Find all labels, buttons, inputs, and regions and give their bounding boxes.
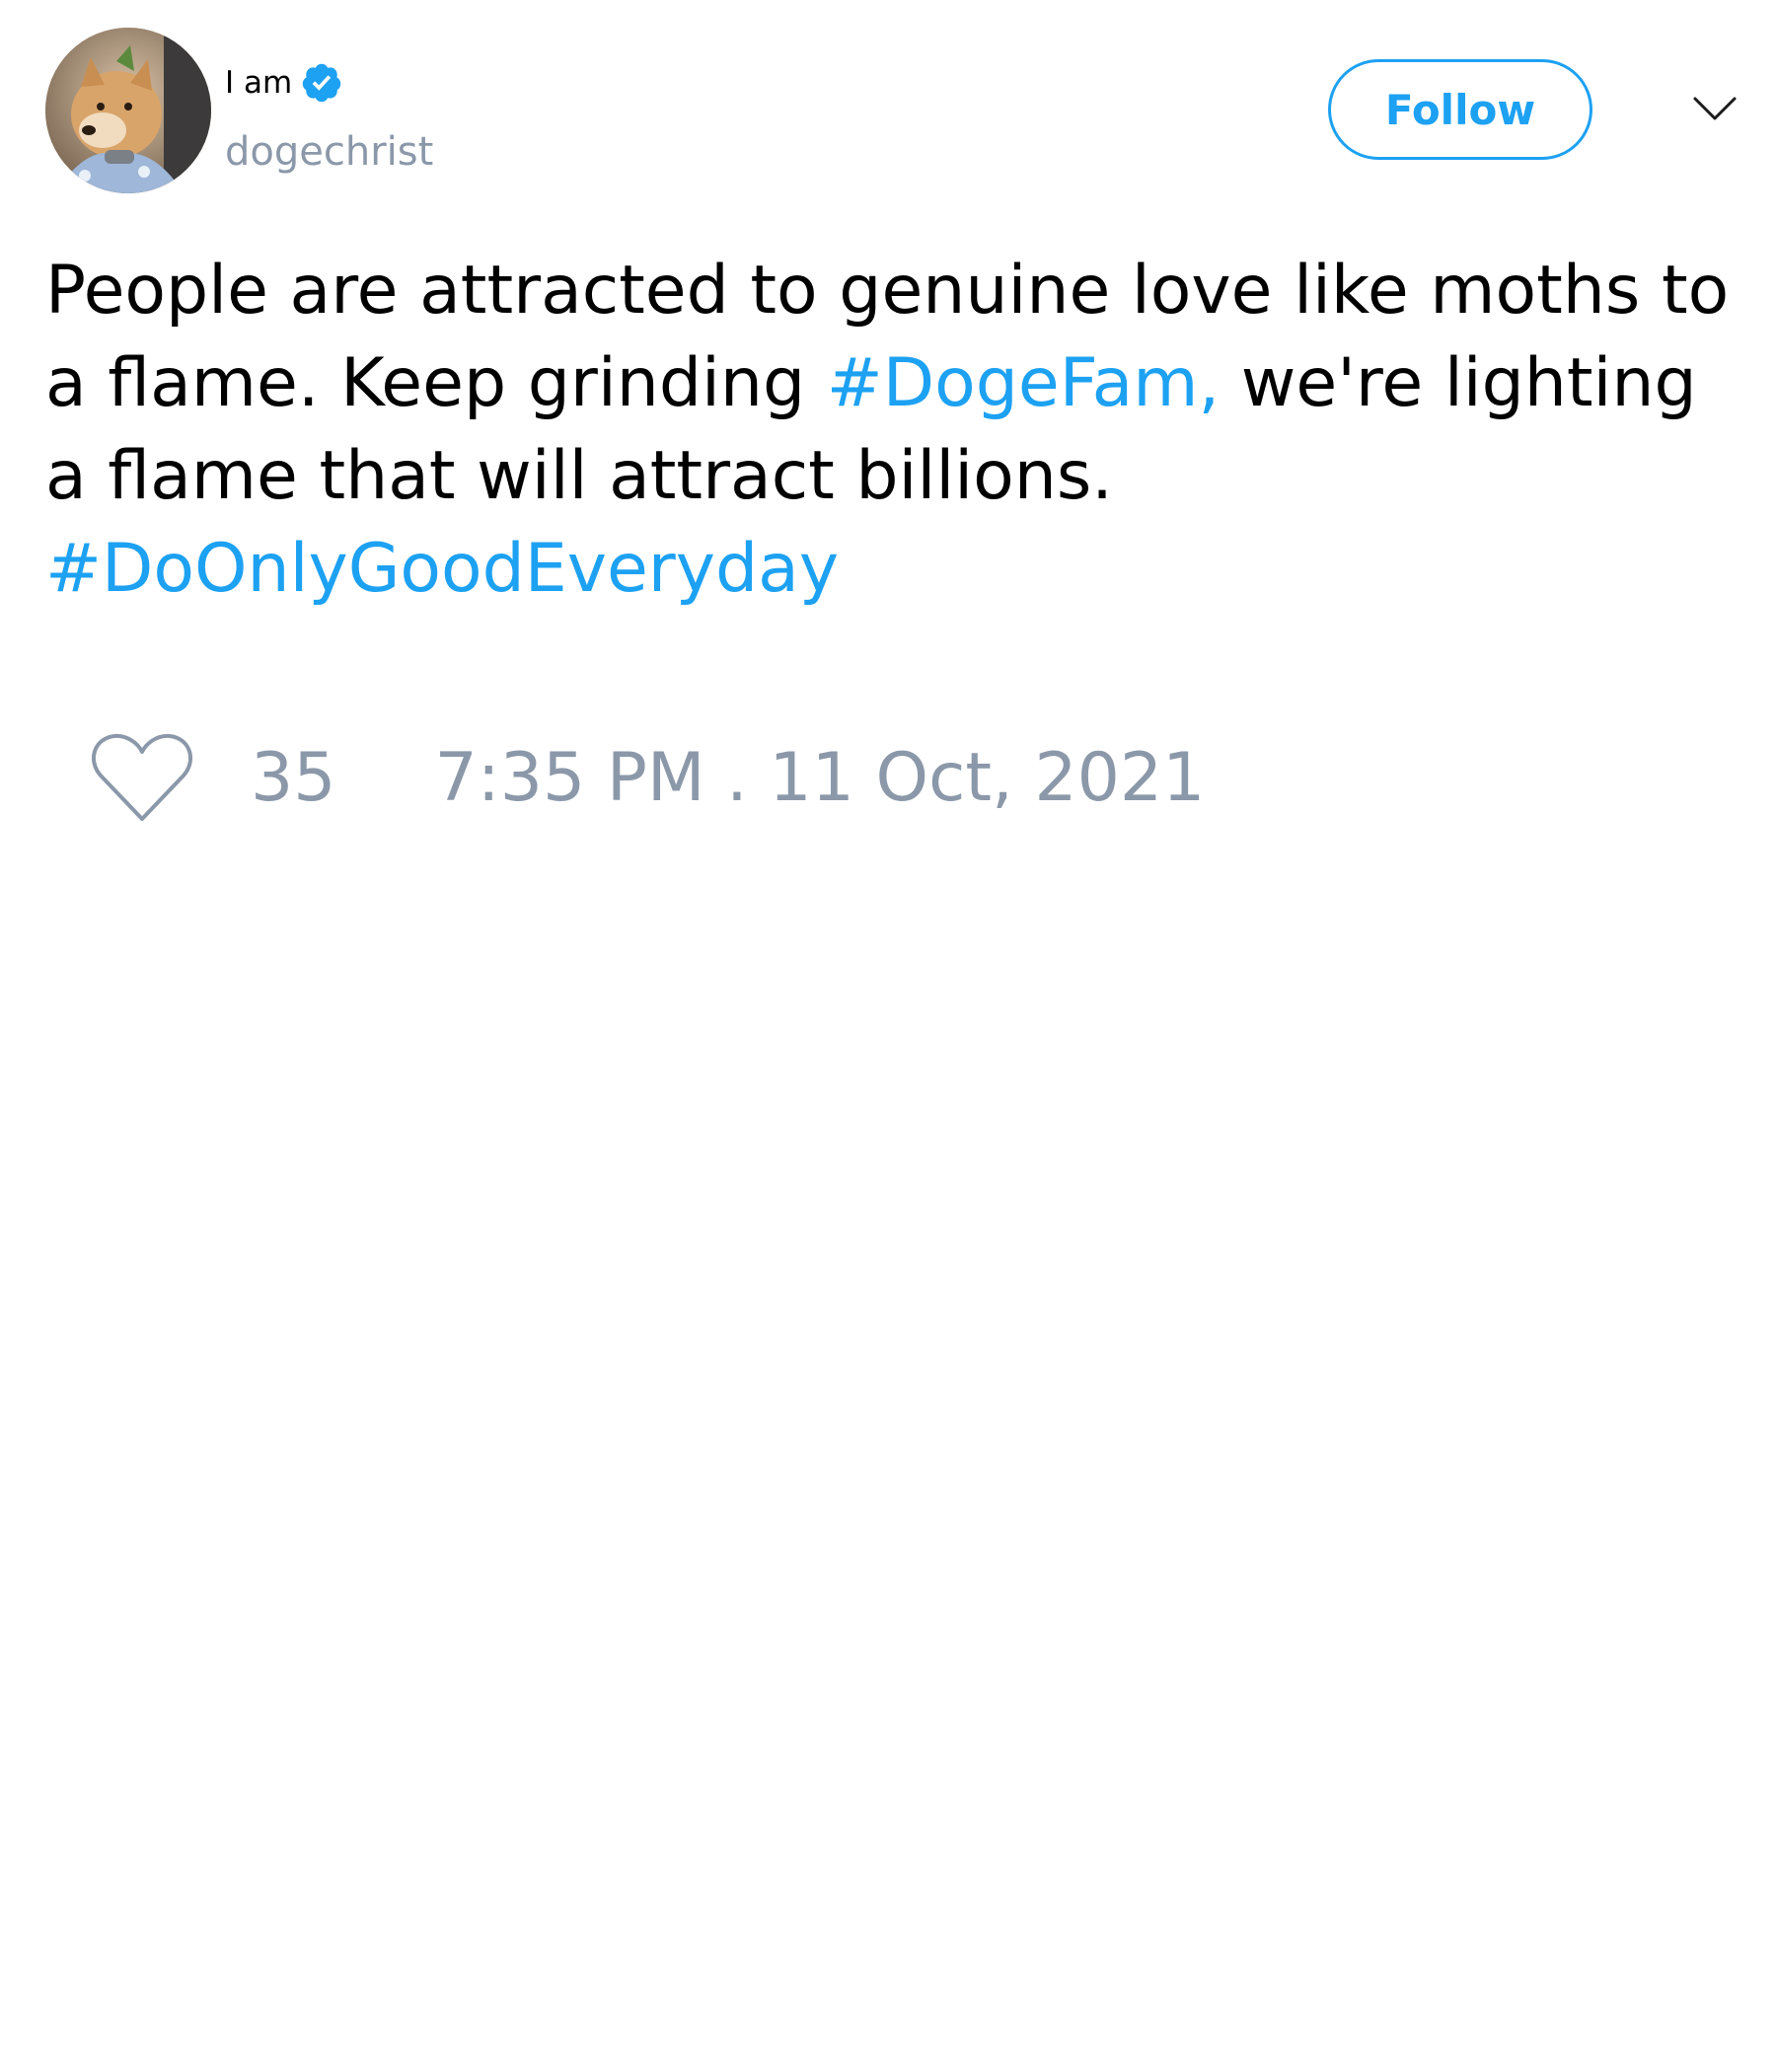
- avatar-image: [45, 28, 211, 193]
- author-name-row[interactable]: I am: [225, 61, 343, 105]
- verified-badge-icon: [302, 63, 341, 103]
- hashtag-link[interactable]: #DoOnlyGoodEveryday: [45, 530, 839, 608]
- tweet-footer: 35 7:35 PM . 11 Oct, 2021: [89, 726, 1205, 829]
- chevron-down-icon[interactable]: [1691, 89, 1739, 128]
- tweet-text-line: a flame that will attract billions.: [45, 430, 1762, 523]
- tweet-text-segment: a flame that will attract billions.: [45, 437, 1113, 515]
- tweet-text: People are attracted to genuine love lik…: [45, 245, 1762, 616]
- tweet-text-segment: we're lighting: [1220, 344, 1697, 422]
- heart-icon[interactable]: [89, 730, 195, 825]
- hashtag-link[interactable]: #DogeFam,: [827, 344, 1220, 422]
- tweet-text-line: People are attracted to genuine love lik…: [45, 245, 1762, 337]
- tweet-text-segment: People are attracted to genuine love lik…: [45, 252, 1730, 330]
- follow-button[interactable]: Follow: [1328, 59, 1592, 160]
- like-count: 35: [251, 738, 336, 817]
- display-name[interactable]: I am: [225, 61, 292, 105]
- tweet-text-line: #DoOnlyGoodEveryday: [45, 523, 1762, 616]
- avatar[interactable]: [45, 28, 211, 193]
- tweet-card: I am dogechrist Follow People are attrac…: [0, 0, 1776, 2072]
- tweet-text-segment: a flame. Keep grinding: [45, 344, 827, 422]
- timestamp[interactable]: 7:35 PM . 11 Oct, 2021: [435, 739, 1206, 817]
- tweet-text-line: a flame. Keep grinding #DogeFam, we're l…: [45, 337, 1762, 430]
- username[interactable]: dogechrist: [225, 126, 433, 178]
